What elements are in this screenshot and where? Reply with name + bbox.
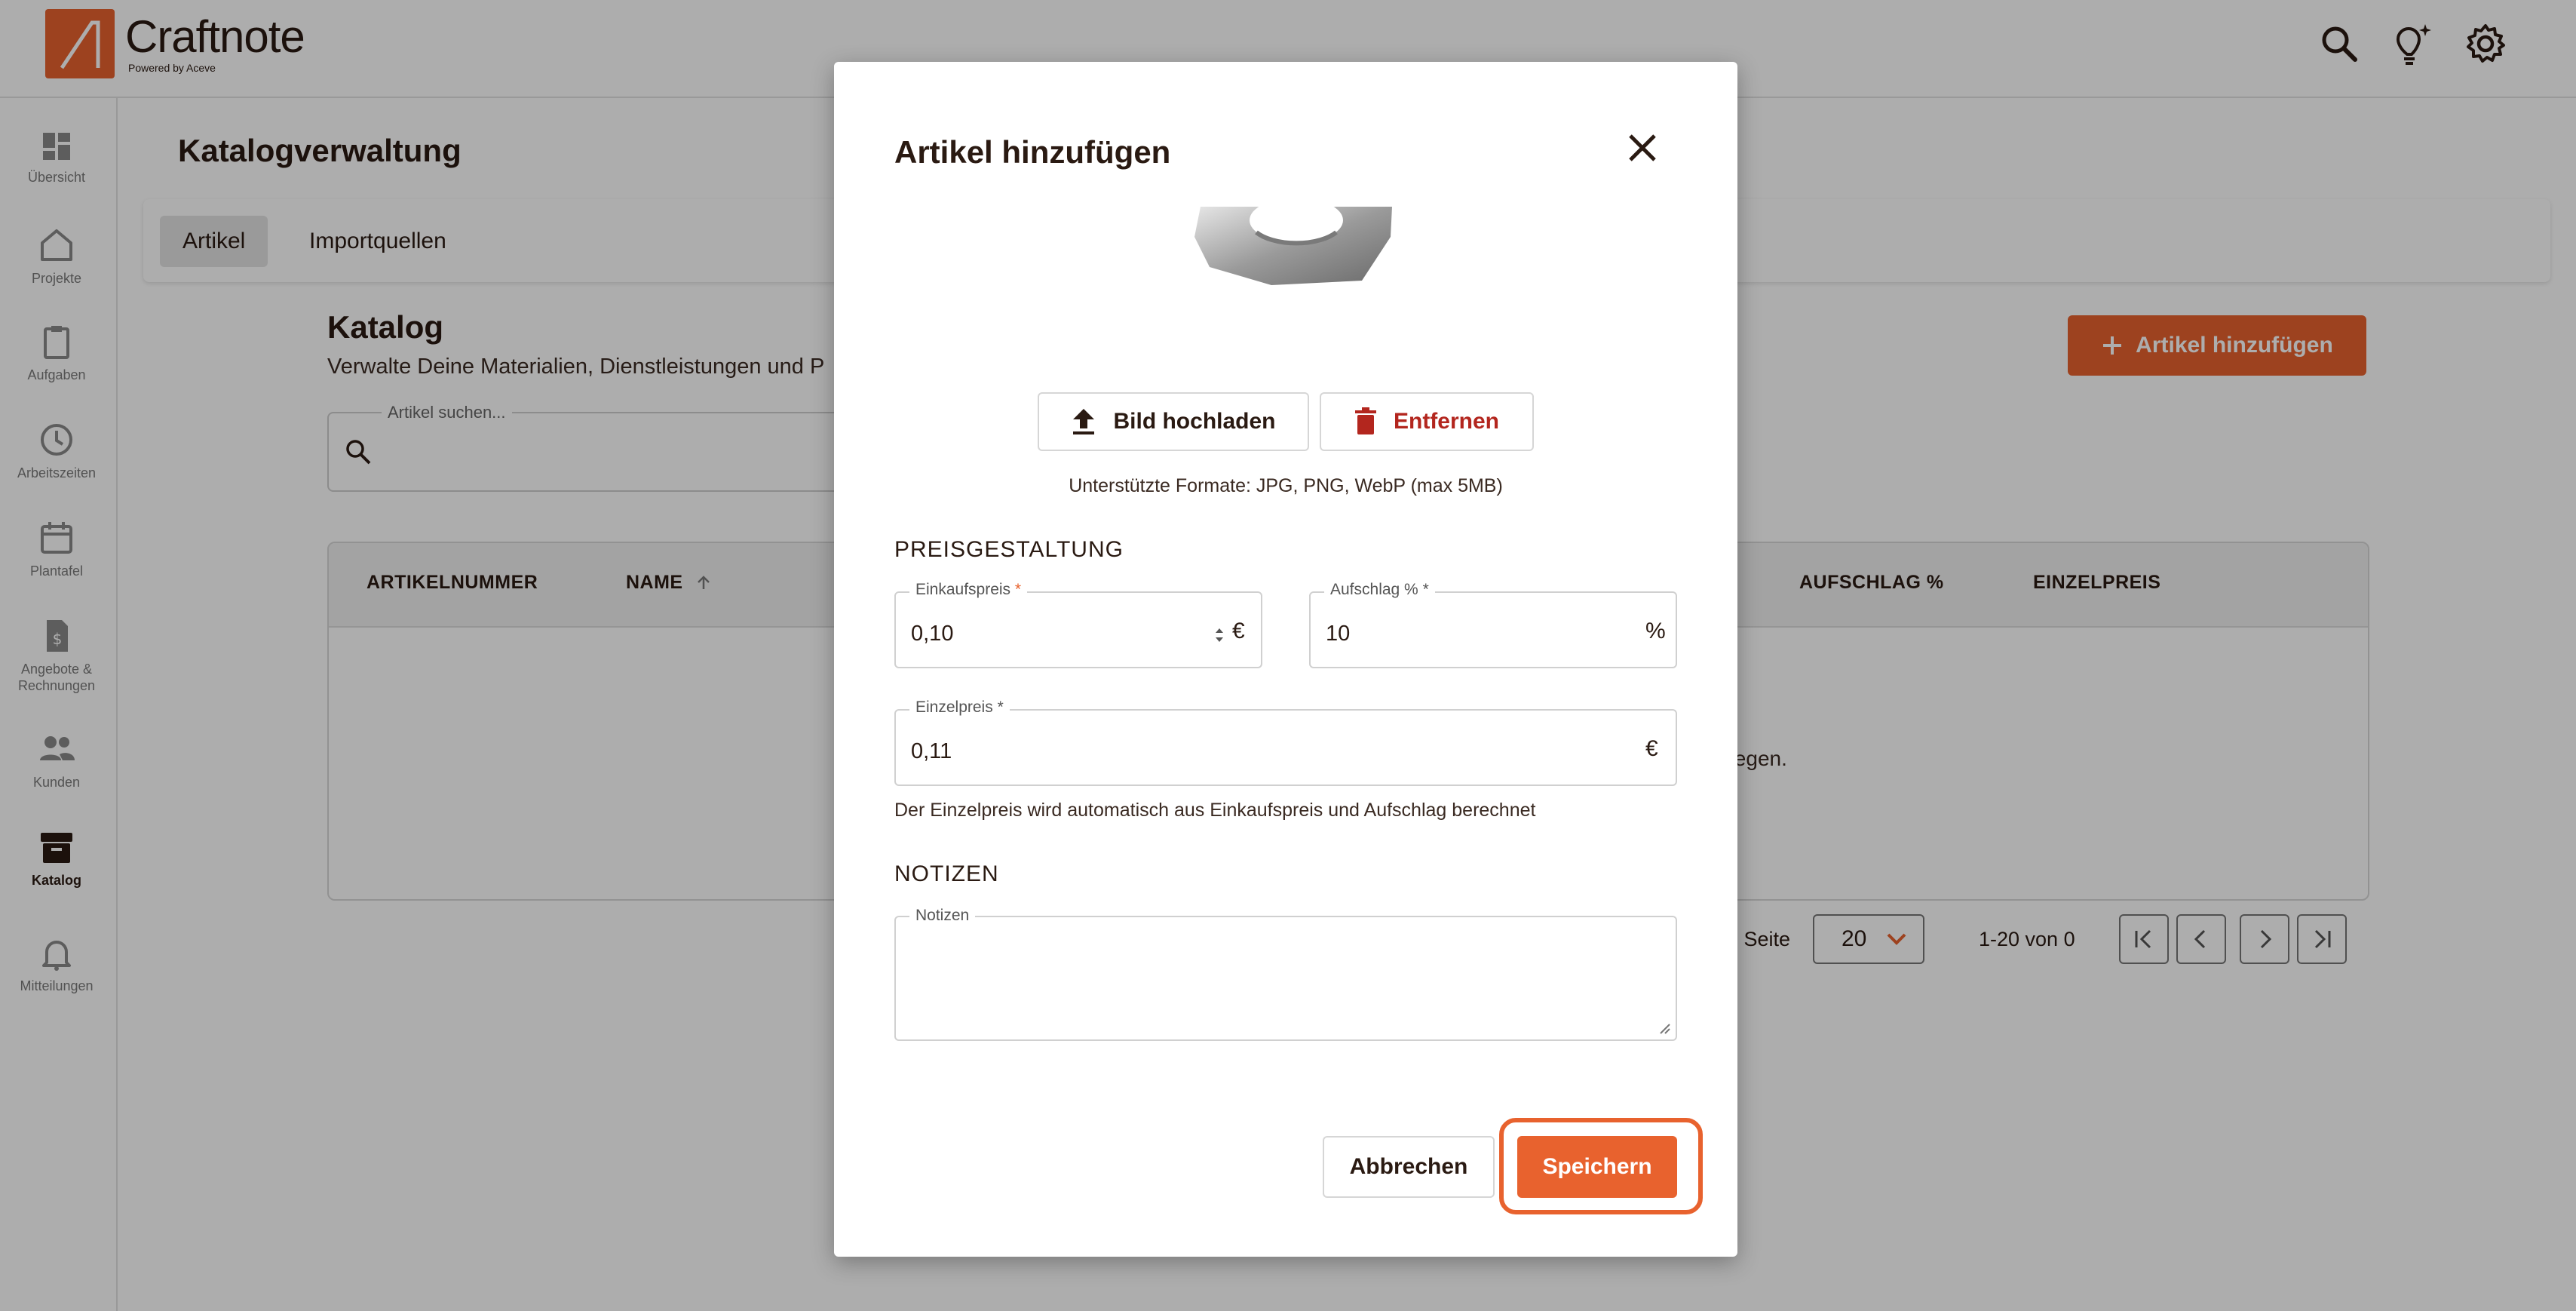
- upload-icon: [1073, 409, 1095, 434]
- notes-label: Notizen: [909, 907, 976, 925]
- required-marker: *: [1014, 581, 1022, 598]
- trash-icon: [1354, 407, 1376, 434]
- upload-image-button[interactable]: Bild hochladen: [1038, 392, 1309, 451]
- unit-price-value: 0,11: [911, 739, 952, 763]
- remove-image-label: Entfernen: [1393, 409, 1499, 434]
- unit-price-label: Einzelpreis *: [909, 698, 1010, 717]
- pricing-section-title: PREISGESTALTUNG: [894, 537, 1124, 562]
- number-spinner-icon[interactable]: [1213, 625, 1226, 646]
- purchase-price-label: Einkaufspreis *: [909, 581, 1028, 599]
- dialog-title: Artikel hinzufügen: [894, 134, 1171, 170]
- unit-price-hint: Der Einzelpreis wird automatisch aus Ein…: [894, 800, 1536, 821]
- markup-value: 10: [1326, 622, 1351, 646]
- article-image: [1187, 207, 1406, 362]
- markup-label: Aufschlag % *: [1324, 581, 1435, 599]
- unit-price-unit: €: [1645, 736, 1658, 761]
- notes-textarea[interactable]: [894, 916, 1677, 1041]
- markup-label-text: Aufschlag %: [1330, 581, 1418, 598]
- required-marker: *: [997, 698, 1004, 716]
- unit-price-field[interactable]: 0,11 €: [894, 709, 1677, 786]
- cancel-button[interactable]: Abbrechen: [1323, 1136, 1495, 1198]
- purchase-price-label-text: Einkaufspreis: [915, 581, 1011, 598]
- purchase-price-unit: €: [1232, 619, 1245, 643]
- purchase-price-value: 0,10: [911, 622, 954, 646]
- resize-handle-icon[interactable]: [1658, 1021, 1671, 1035]
- remove-image-button[interactable]: Entfernen: [1320, 392, 1534, 451]
- unit-price-label-text: Einzelpreis: [915, 698, 993, 716]
- supported-formats-hint: Unterstützte Formate: JPG, PNG, WebP (ma…: [1069, 475, 1503, 496]
- markup-field[interactable]: 10 %: [1309, 591, 1677, 668]
- purchase-price-field[interactable]: 0,10 €: [894, 591, 1262, 668]
- close-icon[interactable]: [1623, 128, 1662, 167]
- save-button[interactable]: Speichern: [1517, 1136, 1677, 1198]
- upload-image-label: Bild hochladen: [1113, 409, 1276, 434]
- markup-unit: %: [1645, 619, 1666, 643]
- add-article-dialog: Artikel hinzufügen Bild hochladen Entfer…: [834, 62, 1737, 1257]
- notes-section-title: NOTIZEN: [894, 861, 999, 886]
- required-marker: *: [1422, 581, 1429, 598]
